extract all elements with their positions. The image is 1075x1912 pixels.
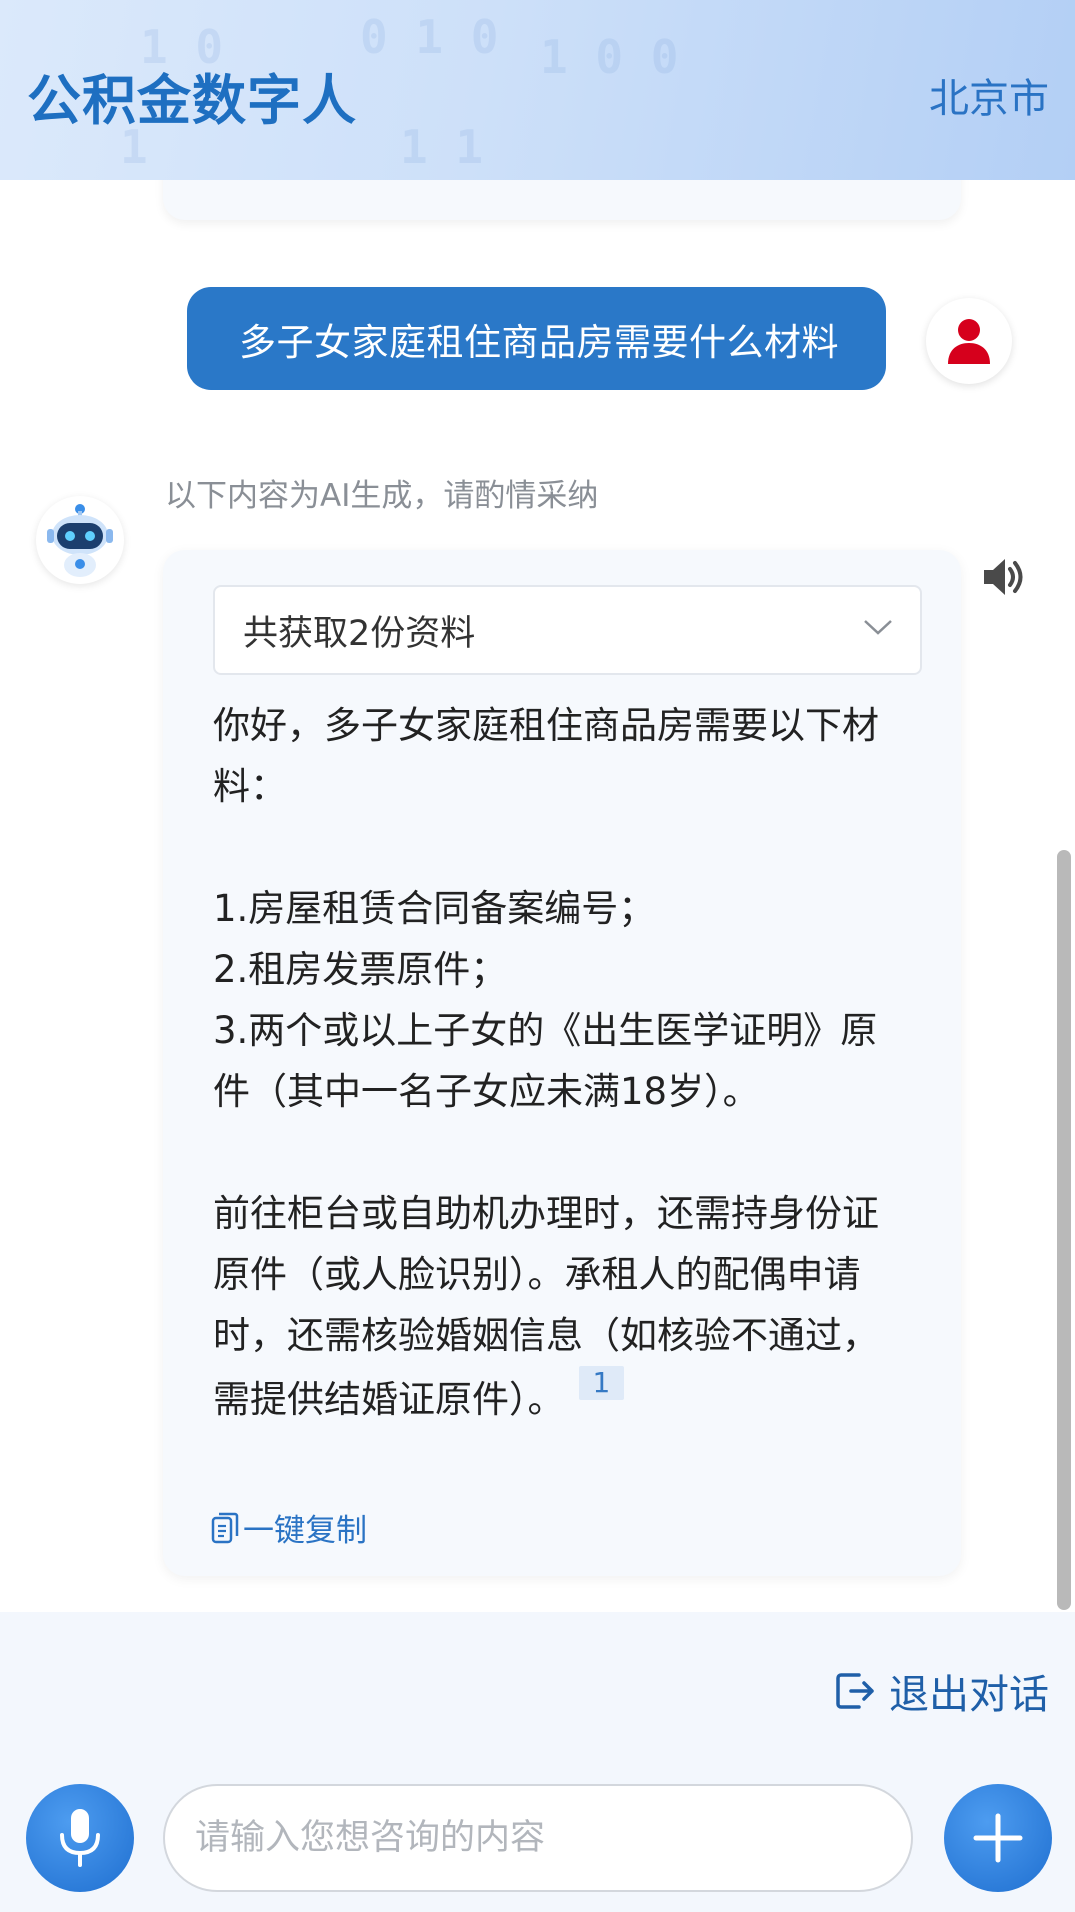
robot-icon	[47, 504, 113, 577]
citation-badge[interactable]: 1	[578, 1366, 625, 1400]
header-decoration: 0 1 0	[360, 10, 499, 64]
header-decoration: 1 1	[400, 120, 484, 174]
copy-icon	[211, 1512, 239, 1543]
voice-input-button[interactable]	[26, 1784, 134, 1892]
bottom-bar: 退出对话	[0, 1612, 1075, 1912]
copy-button[interactable]: 一键复制	[211, 1505, 367, 1550]
message-input[interactable]	[195, 1786, 911, 1890]
speaker-icon[interactable]	[980, 553, 1028, 601]
answer-paragraph-text: 前往柜台或自助机办理时，还需持身份证原件（或人脸识别）。承租人的配偶申请时，还需…	[213, 1192, 879, 1421]
message-input-box[interactable]	[163, 1784, 913, 1892]
page-title: 公积金数字人	[27, 69, 357, 132]
copy-label: 一键复制	[243, 1513, 367, 1549]
answer-paragraph	[213, 1122, 913, 1183]
header-decoration: 1 0 0	[540, 30, 679, 84]
bot-avatar	[36, 496, 124, 584]
user-icon	[948, 319, 990, 364]
sources-summary: 共获取2份资料	[243, 613, 476, 654]
sources-dropdown[interactable]: 共获取2份资料	[213, 585, 922, 675]
answer-paragraph: 你好，多子女家庭租住商品房需要以下材料：	[213, 704, 879, 808]
exit-label: 退出对话	[889, 1672, 1049, 1718]
ai-generated-notice: 以下内容为AI生成，请酌情采纳	[165, 478, 599, 514]
answer-paragraph	[213, 817, 913, 878]
user-message-bubble: 多子女家庭租住商品房需要什么材料	[187, 287, 886, 390]
answer-text: 你好，多子女家庭租住商品房需要以下材料： 1.房屋租赁合同备案编号； 2.租房发…	[213, 695, 913, 1430]
answer-paragraph: 2.租房发票原件；	[213, 948, 508, 991]
exit-conversation-button[interactable]: 退出对话	[835, 1662, 1049, 1720]
bot-answer-card: 共获取2份资料 你好，多子女家庭租住商品房需要以下材料： 1.房屋租赁合同备案编…	[163, 550, 961, 1576]
answer-paragraph: 3.两个或以上子女的《出生医学证明》原件（其中一名子女应未满18岁）。	[213, 1009, 878, 1113]
exit-icon	[836, 1673, 874, 1709]
app-header: 1 0 0 1 0 1 0 0 1 1 1 公积金数字人 北京市	[0, 0, 1075, 180]
answer-paragraph: 1.房屋租赁合同备案编号；	[213, 887, 656, 930]
plus-icon	[973, 1813, 1023, 1863]
more-options-button[interactable]	[944, 1784, 1052, 1892]
chevron-down-icon	[864, 620, 892, 635]
answer-paragraph: 前往柜台或自助机办理时，还需持身份证原件（或人脸识别）。承租人的配偶申请时，还需…	[213, 1183, 913, 1430]
scrollbar[interactable]	[1057, 850, 1071, 1610]
city-selector[interactable]: 北京市	[929, 66, 1049, 124]
microphone-icon	[60, 1809, 100, 1867]
user-avatar	[926, 298, 1012, 384]
